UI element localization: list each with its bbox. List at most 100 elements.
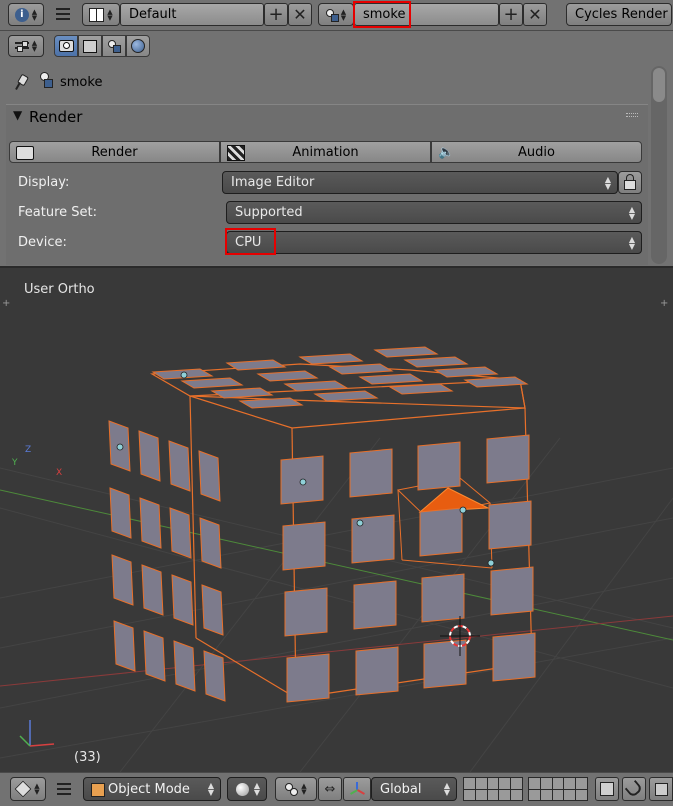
scene-name-highlight — [353, 1, 411, 28]
layout-grid-icon — [89, 7, 105, 22]
pivot-icon — [285, 783, 299, 796]
scene-icon — [325, 8, 339, 22]
pivot-point-dropdown[interactable]: ▲ ▼ — [275, 777, 317, 801]
top-header: i ▲ ▼ ▲ ▼ Default + ✕ ▲ ▼ smoke + ✕ Cycles … — [0, 0, 673, 31]
menu-hamburger-icon[interactable] — [56, 6, 70, 22]
current-frame-label: (33) — [74, 750, 101, 765]
axis-x-label: X — [56, 468, 63, 478]
add-layout-button[interactable]: + — [264, 3, 288, 26]
scene-icon — [108, 40, 121, 53]
panel-title[interactable]: Render — [29, 108, 82, 126]
screen-layout-selector[interactable]: ▲ ▼ — [82, 3, 120, 26]
x-axis-line — [0, 615, 673, 687]
manipulator-type-button[interactable] — [343, 777, 371, 801]
viewport-shading-dropdown[interactable]: ▲ ▼ — [227, 777, 267, 801]
cube-icon — [14, 780, 32, 798]
close-icon: ✕ — [528, 5, 542, 24]
breadcrumb-object-name: smoke — [60, 75, 103, 90]
snap-grid-icon — [654, 782, 668, 796]
transform-orientation-value: Global — [380, 781, 422, 797]
updown-icon: ▲ ▼ — [31, 39, 38, 53]
tab-scene[interactable] — [102, 35, 126, 57]
properties-shelf-toggle-icon[interactable]: + — [660, 298, 668, 309]
collapse-triangle-icon[interactable]: ▼ — [13, 108, 22, 122]
close-icon: ✕ — [293, 5, 307, 24]
properties-scrollbar-thumb[interactable] — [653, 68, 665, 102]
device-label: Device: — [18, 235, 67, 250]
layers-icon — [600, 782, 614, 796]
cube-tiles-top — [151, 346, 529, 409]
updown-icon: ▲ ▼ — [207, 781, 214, 797]
layer-buttons-group-1[interactable] — [463, 777, 523, 801]
screen-layout-name-field[interactable]: Default — [120, 3, 264, 26]
snap-toggle-button[interactable] — [622, 777, 646, 801]
interaction-mode-dropdown[interactable]: Object Mode ▲ ▼ — [83, 777, 221, 801]
updown-icon: ▲ ▼ — [31, 7, 38, 22]
render-buttons-row: Render Animation 🔈 Audio — [9, 141, 642, 163]
drag-handle-icon[interactable] — [626, 112, 638, 120]
add-scene-button[interactable]: + — [499, 3, 523, 26]
render-button[interactable]: Render — [9, 141, 220, 163]
transform-orientation-dropdown[interactable]: Global ▲ ▼ — [371, 777, 457, 801]
device-dropdown[interactable]: CPU ▲ ▼ — [226, 231, 642, 254]
properties-icon — [14, 41, 29, 52]
render-layers-icon — [83, 39, 97, 53]
feature-set-value: Supported — [235, 205, 303, 220]
updown-icon: ▲ ▼ — [253, 781, 260, 797]
editor-type-3dview-button[interactable]: ▲ ▼ — [10, 777, 46, 801]
solid-sphere-icon — [236, 782, 249, 796]
audio-button[interactable]: 🔈 Audio — [431, 141, 642, 163]
feature-set-dropdown[interactable]: Supported ▲ ▼ — [226, 201, 642, 224]
transform-arrows-icon: ⇔ — [324, 781, 336, 797]
lock-interface-button[interactable] — [618, 171, 642, 194]
delete-layout-button[interactable]: ✕ — [288, 3, 312, 26]
tab-world[interactable] — [126, 35, 150, 57]
pin-icon[interactable] — [12, 73, 30, 91]
tab-render[interactable] — [54, 35, 78, 57]
render-button-label: Render — [91, 144, 138, 160]
display-label: Display: — [18, 175, 70, 190]
animation-button-label: Animation — [292, 144, 359, 160]
editor-type-info-button[interactable]: i ▲ ▼ — [8, 3, 44, 26]
scene-icon — [38, 72, 54, 90]
toolshelf-toggle-icon[interactable]: + — [2, 298, 10, 309]
tab-render-layers[interactable] — [78, 35, 102, 57]
magnet-icon — [624, 779, 644, 799]
manipulator-toggle[interactable]: ⇔ — [318, 777, 342, 801]
updown-icon: ▲ ▼ — [107, 7, 113, 22]
menu-hamburger-icon[interactable] — [57, 781, 71, 797]
camera-icon — [58, 40, 74, 52]
viewport-view-title: User Ortho — [24, 282, 95, 297]
object-cube-icon — [91, 783, 105, 797]
render-engine-selector[interactable]: Cycles Render — [566, 3, 672, 26]
device-highlight — [225, 228, 276, 255]
world-icon — [131, 39, 145, 53]
snap-element-dropdown[interactable] — [649, 777, 673, 801]
cube-tiles-left — [108, 420, 226, 702]
audio-button-label: Audio — [518, 144, 555, 160]
cube-tiles-front — [280, 434, 536, 703]
camera-icon — [16, 146, 34, 160]
updown-icon: ▲ ▼ — [628, 234, 635, 251]
animation-button[interactable]: Animation — [220, 141, 431, 163]
plus-icon: + — [268, 4, 284, 25]
y-axis-line — [0, 489, 673, 641]
3d-viewport[interactable]: Z X Y — [0, 268, 673, 772]
display-dropdown[interactable]: Image Editor ▲ ▼ — [222, 171, 618, 194]
interaction-mode-value: Object Mode — [108, 781, 190, 797]
updown-icon: ▲ ▼ — [34, 782, 40, 796]
updown-icon: ▲ ▼ — [301, 782, 307, 796]
info-icon: i — [14, 7, 29, 22]
plus-icon: + — [503, 4, 519, 25]
feature-set-label: Feature Set: — [18, 205, 97, 220]
lock-camera-layers-button[interactable] — [595, 777, 619, 801]
scene-selector[interactable]: ▲ ▼ — [318, 3, 354, 26]
display-value: Image Editor — [231, 175, 315, 190]
viewport-scene — [0, 346, 673, 772]
updown-icon: ▲ ▼ — [604, 174, 611, 191]
lock-icon — [624, 174, 636, 190]
properties-editor-type-button[interactable]: ▲ ▼ — [8, 35, 44, 57]
layer-buttons-group-2[interactable] — [528, 777, 588, 801]
delete-scene-button[interactable]: ✕ — [523, 3, 547, 26]
context-tabs — [54, 35, 150, 57]
